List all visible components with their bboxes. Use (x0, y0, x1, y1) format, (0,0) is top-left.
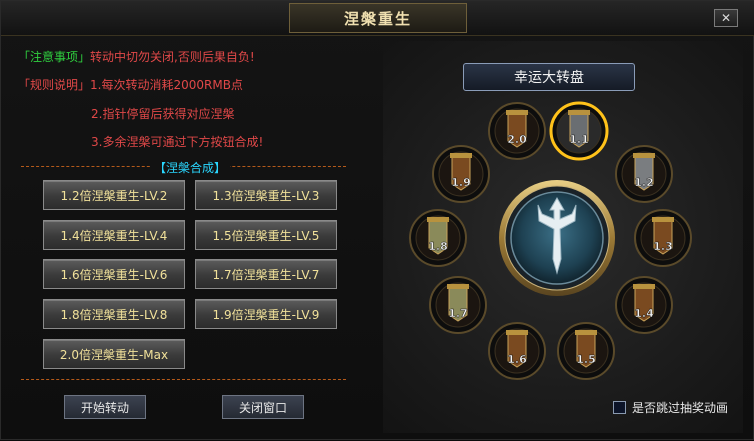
slot-multiplier-label: 1.5 (576, 353, 596, 366)
slot-multiplier-label: 1.1 (569, 133, 589, 146)
rule-1-cost: 2000RMB点 (173, 78, 243, 92)
synth-button-lv8[interactable]: 1.8倍涅槃重生-LV.8 (43, 299, 185, 329)
wheel-slot-1-8: 1.8 (409, 209, 467, 267)
synth-button-lv9[interactable]: 1.9倍涅槃重生-LV.9 (195, 299, 337, 329)
left-panel: 「注意事项」转动中切勿关闭,否则后果自负! 「规则说明」1.每次转动消耗2000… (14, 38, 354, 433)
wheel-slot-1-3: 1.3 (634, 209, 692, 267)
banner-cap-icon (427, 217, 449, 222)
rule-line-1: 「规则说明」1.每次转动消耗2000RMB点 (18, 76, 243, 93)
synth-button-lv3[interactable]: 1.3倍涅槃重生-LV.3 (195, 180, 337, 210)
synth-button-lv6[interactable]: 1.6倍涅槃重生-LV.6 (43, 259, 185, 289)
notice-text: 转动中切勿关闭,否则后果自负! (90, 50, 255, 64)
banner-cap-icon (633, 153, 655, 158)
slot-multiplier-label: 1.2 (634, 176, 654, 189)
wheel-center-button[interactable] (499, 180, 615, 296)
banner-cap-icon (506, 110, 528, 115)
slot-multiplier-label: 1.6 (507, 353, 527, 366)
banner-cap-icon (447, 284, 469, 289)
rule-1-text: 1.每次转动消耗 (90, 78, 174, 92)
skip-animation-option[interactable]: 是否跳过抽奖动画 (613, 399, 728, 416)
nirvana-rebirth-window: 涅槃重生 ✕ 「注意事项」转动中切勿关闭,否则后果自负! 「规则说明」1.每次转… (0, 0, 754, 440)
wheel-slot-1-4: 1.4 (615, 276, 673, 334)
banner-cap-icon (568, 110, 590, 115)
notice-line: 「注意事项」转动中切勿关闭,否则后果自负! (18, 48, 255, 65)
close-icon: ✕ (720, 11, 732, 25)
window-title: 涅槃重生 (289, 3, 467, 33)
synth-button-lv4[interactable]: 1.4倍涅槃重生-LV.4 (43, 220, 185, 250)
rules-tag: 「规则说明」 (18, 78, 91, 92)
banner-cap-icon (450, 153, 472, 158)
synth-button-lv5[interactable]: 1.5倍涅槃重生-LV.5 (195, 220, 337, 250)
wheel-slot-1-2: 1.2 (615, 145, 673, 203)
wheel-slot-1-9: 1.9 (432, 145, 490, 203)
wheel-slot-2-0: 2.0 (488, 102, 546, 160)
banner-cap-icon (575, 330, 597, 335)
slot-multiplier-label: 1.4 (634, 307, 654, 320)
wheel-slot-1-5: 1.5 (557, 322, 615, 380)
banner-cap-icon (633, 284, 655, 289)
slot-multiplier-label: 1.3 (653, 240, 673, 253)
synthesis-header: 【涅槃合成】 (150, 159, 231, 176)
rule-3-text: 3.多余涅槃可通过下方按钮合成! (91, 135, 264, 149)
synth-button-lv2[interactable]: 1.2倍涅槃重生-LV.2 (43, 180, 185, 210)
close-window-text-button[interactable]: 关闭窗口 (222, 395, 304, 419)
synth-button-max[interactable]: 2.0倍涅槃重生-Max (43, 339, 185, 369)
slot-multiplier-label: 1.7 (448, 307, 468, 320)
synth-button-lv7[interactable]: 1.7倍涅槃重生-LV.7 (195, 259, 337, 289)
slot-multiplier-label: 2.0 (507, 133, 527, 146)
start-spin-button[interactable]: 开始转动 (64, 395, 146, 419)
wheel-slot-1-6: 1.6 (488, 322, 546, 380)
skip-animation-label: 是否跳过抽奖动画 (632, 401, 729, 415)
close-window-button[interactable]: ✕ (714, 9, 738, 27)
banner-cap-icon (652, 217, 674, 222)
slot-multiplier-label: 1.8 (428, 240, 448, 253)
wheel-slot-1-1: 1.1 (549, 101, 609, 161)
title-bar: 涅槃重生 ✕ (1, 1, 754, 36)
rule-2-text: 2.指针停留后获得对应涅槃 (91, 107, 235, 121)
skip-animation-checkbox[interactable] (613, 401, 626, 414)
wheel-slot-1-7: 1.7 (429, 276, 487, 334)
slot-multiplier-label: 1.9 (451, 176, 471, 189)
banner-cap-icon (506, 330, 528, 335)
divider-bottom (21, 379, 346, 380)
notice-tag: 「注意事项」 (18, 50, 91, 64)
wheel-title: 幸运大转盘 (463, 63, 635, 91)
